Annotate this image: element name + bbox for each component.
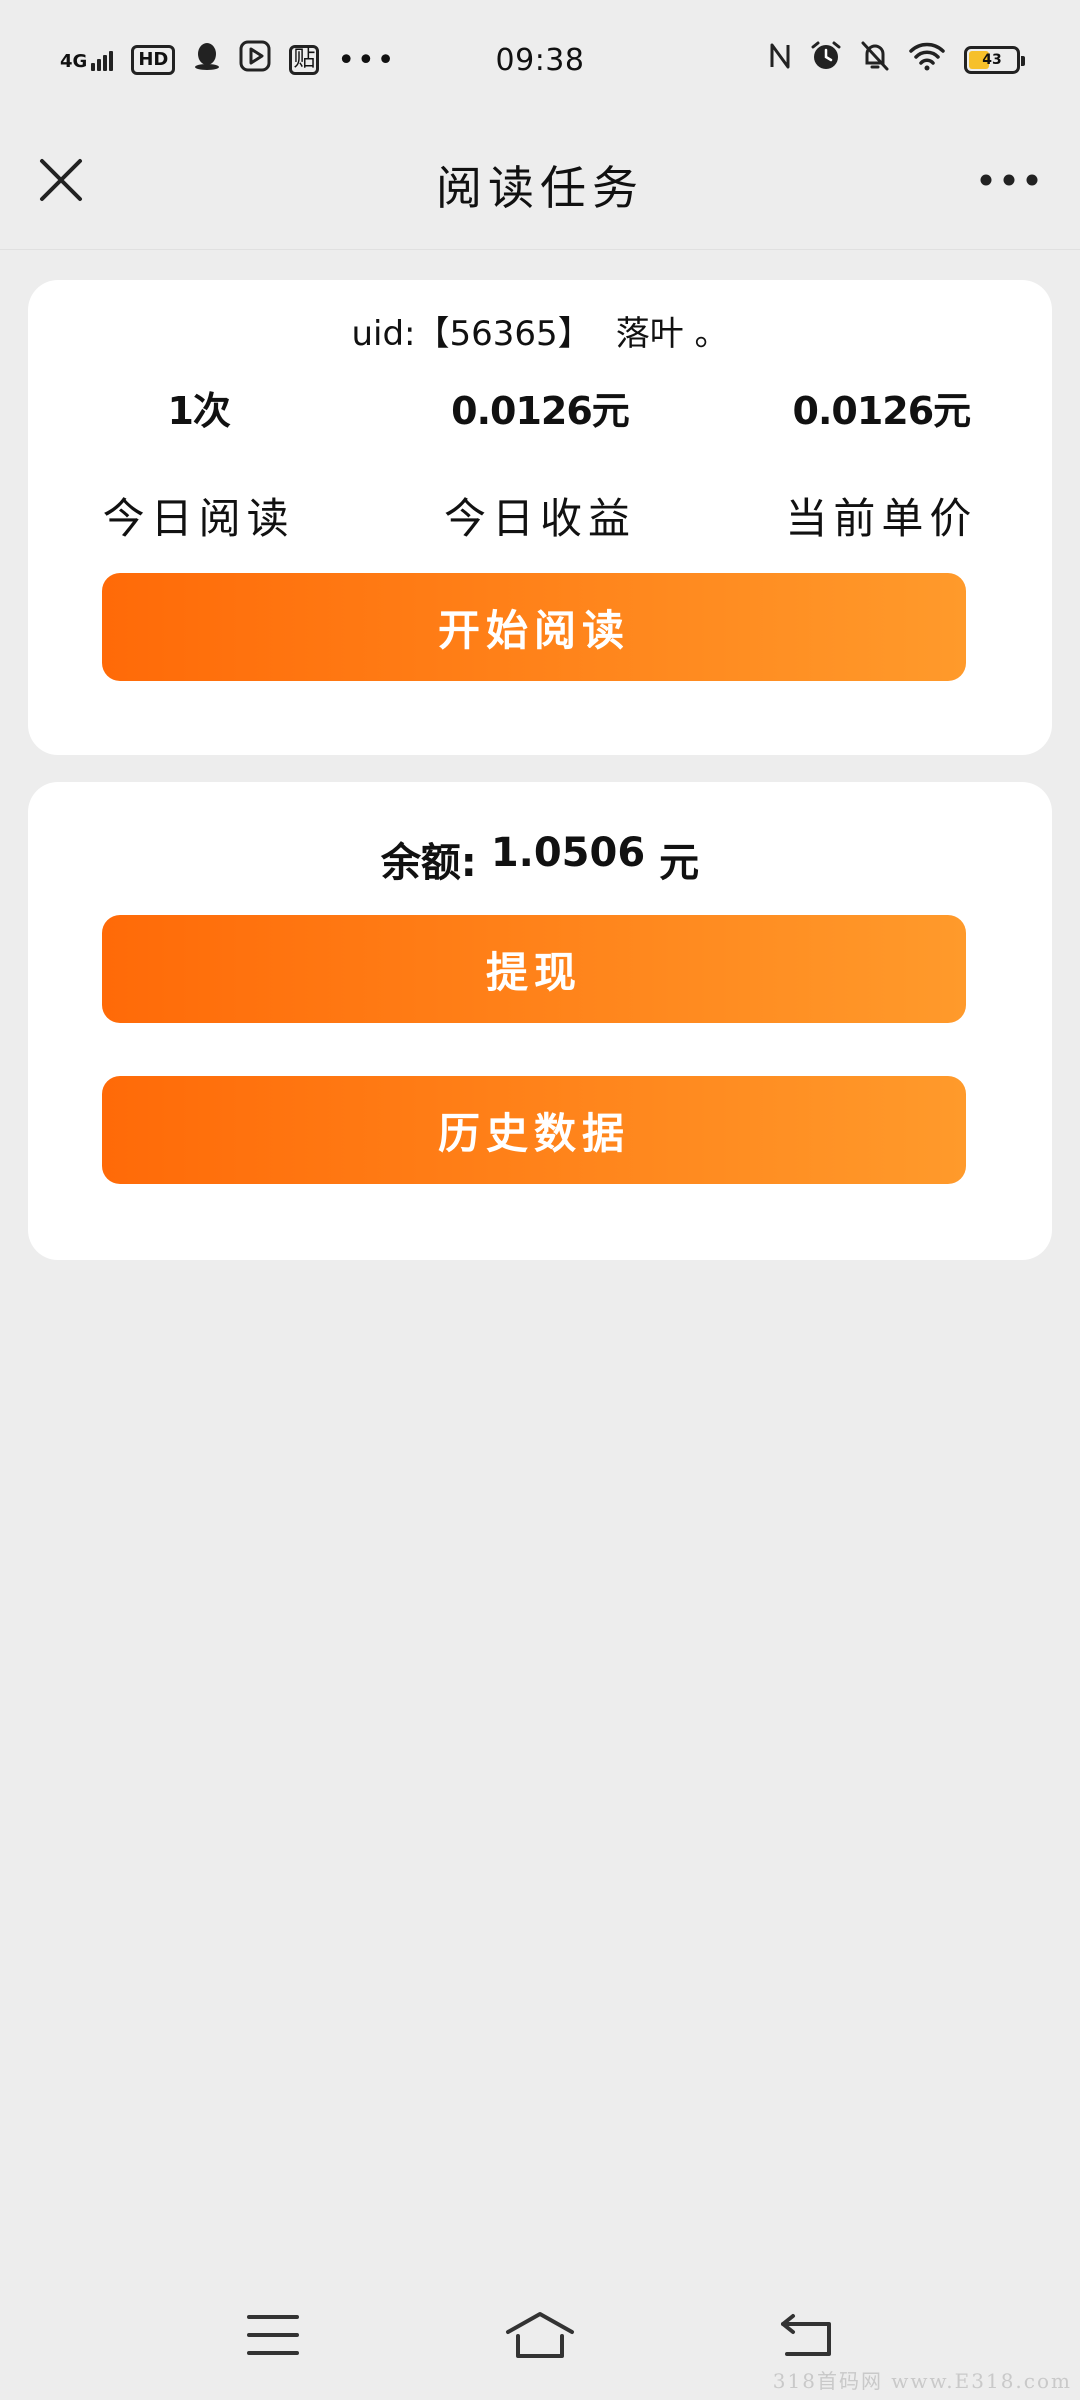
start-reading-button[interactable]: 开始阅读	[102, 573, 966, 681]
uid-value: 【56365】	[415, 314, 592, 354]
wifi-icon	[908, 41, 946, 79]
stats-labels: 今日阅读 今日收益 当前单价	[28, 485, 1052, 546]
status-right: 43	[768, 40, 1025, 80]
cellular-signal: 4G	[60, 49, 114, 72]
more-notifications-icon: •••	[337, 42, 397, 78]
user-info: uid:【56365】 落叶 。	[28, 306, 1052, 355]
close-icon	[40, 159, 82, 201]
battery-icon: 43	[964, 46, 1025, 74]
status-bar: 4G HD 贴 ••• 09:38 43	[0, 0, 1080, 120]
uid-text: uid:【56365】	[351, 306, 591, 355]
today-reads-label: 今日阅读	[102, 494, 295, 543]
status-left: 4G HD 贴 •••	[60, 40, 396, 80]
network-type: 4G	[60, 51, 88, 72]
recents-button[interactable]	[233, 2305, 313, 2365]
back-button[interactable]	[767, 2305, 847, 2365]
home-icon	[505, 2312, 574, 2358]
stats-values: 1次 0.0126元 0.0126元	[28, 380, 1052, 435]
tieba-icon: 贴	[289, 45, 320, 75]
balance-unit: 元	[659, 840, 700, 886]
signal-bars-icon	[91, 49, 114, 71]
more-options-button[interactable]	[974, 155, 1044, 205]
close-button[interactable]	[36, 155, 86, 205]
balance: 余额: 1.0506 元	[28, 830, 1052, 888]
play-icon	[239, 40, 271, 80]
back-icon	[780, 2314, 831, 2356]
unit-price-value: 0.0126元	[792, 389, 972, 433]
menu-icon	[247, 2315, 300, 2355]
today-earnings-value: 0.0126元	[451, 389, 630, 433]
unit-price-label: 当前单价	[785, 494, 978, 543]
mute-bell-icon	[860, 40, 890, 80]
balance-value: 1.0506	[490, 830, 646, 876]
today-earnings-label: 今日收益	[443, 494, 636, 543]
reading-card: uid:【56365】 落叶 。 1次 0.0126元 0.0126元 今日阅读…	[28, 280, 1052, 755]
nfc-icon	[768, 41, 792, 79]
balance-label: 余额:	[380, 840, 477, 886]
uid-label: uid:	[351, 314, 416, 354]
title-bar: 阅读任务	[0, 120, 1080, 250]
nickname: 落叶 。	[615, 314, 729, 354]
alarm-icon	[810, 40, 842, 80]
withdraw-button[interactable]: 提现	[102, 915, 966, 1023]
more-dots-icon	[980, 174, 1038, 186]
watermark: 318首码网 www.E318.com	[772, 2369, 1072, 2393]
page-title: 阅读任务	[436, 160, 644, 215]
today-reads-value: 1次	[167, 389, 230, 433]
home-button[interactable]	[500, 2305, 580, 2365]
battery-percent: 43	[982, 52, 1002, 68]
qq-icon	[193, 41, 221, 79]
hd-icon: HD	[131, 45, 176, 75]
history-data-button[interactable]: 历史数据	[102, 1076, 966, 1184]
clock: 09:38	[495, 42, 585, 78]
balance-card: 余额: 1.0506 元 提现 历史数据	[28, 782, 1052, 1260]
